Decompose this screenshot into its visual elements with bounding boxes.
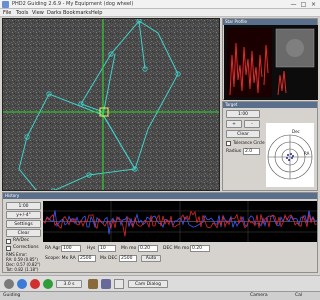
history-graph-svg [43, 201, 317, 242]
target-panel: Target Dec RA 1:00 + - Clear Tolerance C… [222, 101, 318, 191]
menu-darks[interactable]: Darks [47, 10, 61, 16]
dec-mode-select[interactable]: Auto [141, 255, 161, 262]
brain-settings-icon[interactable] [88, 279, 98, 289]
radec-label: RA/Dec [13, 238, 30, 243]
menu-bar: File Tools View Darks Bookmarks Help [0, 9, 320, 17]
history-panel: History 1:00 y+/-4" Settings Clear RA/De… [2, 192, 318, 273]
camera-image-panel[interactable] [2, 18, 220, 191]
history-graph [43, 201, 317, 242]
close-button[interactable]: × [309, 1, 318, 8]
menu-tools[interactable]: Tools [16, 10, 28, 16]
star-profile-panel: Star Profile [222, 18, 318, 100]
loop-icon[interactable] [17, 279, 27, 289]
max-dec-field[interactable]: 2500 [119, 255, 137, 262]
history-yscale-button[interactable]: y+/-4" [6, 211, 41, 219]
bottom-toolbar: 3.0 s Cam Dialog [0, 275, 320, 291]
screen-icon[interactable] [114, 279, 124, 289]
star-profile-graphic [224, 25, 318, 100]
max-dec-label: Mx DEC [100, 256, 118, 261]
max-ra-field[interactable]: 2500 [78, 255, 96, 262]
ra-agr-field[interactable]: 100 [61, 245, 81, 252]
history-clear-button[interactable]: Clear [6, 229, 41, 237]
target-clear-button[interactable]: Clear [226, 130, 260, 138]
status-camera: Camera [250, 293, 268, 298]
advanced-icon[interactable] [101, 279, 111, 289]
status-bar: Guiding Camera Cal [0, 291, 320, 300]
app-icon [2, 1, 9, 8]
window-title: PHD2 Guiding 2.6.9 - My Equipment (dog w… [12, 1, 134, 7]
history-panel-title: History [3, 193, 317, 199]
menu-help[interactable]: Help [91, 10, 102, 16]
corrections-label: Corrections [13, 245, 39, 250]
corrections-checkbox[interactable] [6, 246, 11, 251]
zoom-out-button[interactable]: - [244, 120, 260, 128]
guide-icon[interactable] [43, 279, 53, 289]
tolerance-circle-checkbox[interactable] [226, 141, 231, 146]
camera-connect-icon[interactable] [4, 279, 14, 289]
cam-dialog-button[interactable]: Cam Dialog [128, 280, 168, 288]
menu-file[interactable]: File [3, 10, 11, 16]
target-panel-title: Target [223, 102, 317, 108]
radec-checkbox[interactable] [6, 239, 11, 244]
exposure-select[interactable]: 3.0 s [56, 280, 82, 288]
rms-total-value: Tot: 0.82 (1.18") [6, 267, 39, 272]
menu-view[interactable]: View [32, 10, 44, 16]
star-profile-view [224, 25, 318, 100]
target-scale-dropdown[interactable]: 1:00 [226, 110, 260, 118]
compass-ra-label: RA [304, 151, 310, 156]
history-scale-button[interactable]: 1:00 [6, 202, 41, 210]
status-message: Guiding [3, 293, 21, 298]
history-settings-button[interactable]: Settings [6, 220, 41, 228]
compass-dec-label: Dec [292, 129, 300, 134]
radius-label: Radius [226, 149, 242, 154]
stop-icon[interactable] [30, 279, 40, 289]
status-cal: Cal [295, 293, 303, 298]
radius-field[interactable]: 2.0 [243, 148, 260, 155]
title-bar: PHD2 Guiding 2.6.9 - My Equipment (dog w… [0, 0, 320, 9]
maximize-button[interactable]: □ [299, 1, 308, 8]
menu-bookmarks[interactable]: Bookmarks [63, 10, 91, 16]
max-ra-label: Scope: Mx RA [45, 256, 76, 261]
minimize-button[interactable]: — [289, 1, 298, 8]
ra-agr-label: RA Agr [45, 246, 61, 251]
camera-frame[interactable] [3, 19, 220, 191]
ra-hys-label: Hys [87, 246, 96, 251]
zoom-in-button[interactable]: + [226, 120, 242, 128]
ra-hys-field[interactable]: 10 [98, 245, 116, 252]
tolerance-circle-label: Tolerance Circle [233, 140, 265, 145]
ra-mnmo-label: Mn mo [121, 246, 137, 251]
dec-mnmo-label: DEC Mn mo [163, 246, 190, 251]
dec-mnmo-field[interactable]: 0.20 [190, 245, 210, 252]
ra-mnmo-field[interactable]: 0.20 [138, 245, 158, 252]
